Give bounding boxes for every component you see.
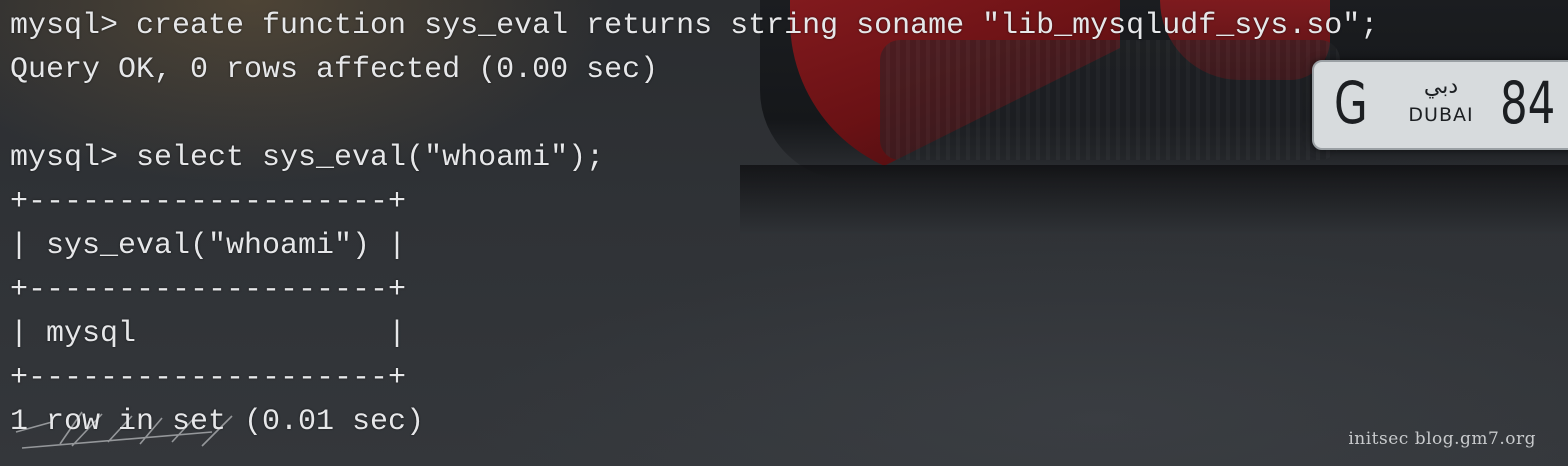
terminal-line-create-function: mysql> create function sys_eval returns …	[10, 9, 1379, 43]
terminal-line-row-count: 1 row in set (0.01 sec)	[10, 405, 425, 439]
result-table-border-top: +--------------------+	[10, 185, 407, 219]
terminal-line-query-ok: Query OK, 0 rows affected (0.00 sec)	[10, 53, 659, 87]
plate-number: 84	[1500, 69, 1556, 137]
terminal-line-select: mysql> select sys_eval("whoami");	[10, 141, 605, 175]
terminal-output[interactable]: mysql> create function sys_eval returns …	[10, 4, 1378, 444]
result-table-row: | mysql |	[10, 317, 407, 351]
result-table-border-bottom: +--------------------+	[10, 361, 407, 395]
watermark: initsec blog.gm7.org	[1348, 429, 1536, 449]
plate-arabic-text: دبي	[1423, 74, 1459, 99]
plate-emirate: DUBAI	[1408, 104, 1474, 126]
result-table-header: | sys_eval("whoami") |	[10, 229, 407, 263]
result-table-border-mid: +--------------------+	[10, 273, 407, 307]
